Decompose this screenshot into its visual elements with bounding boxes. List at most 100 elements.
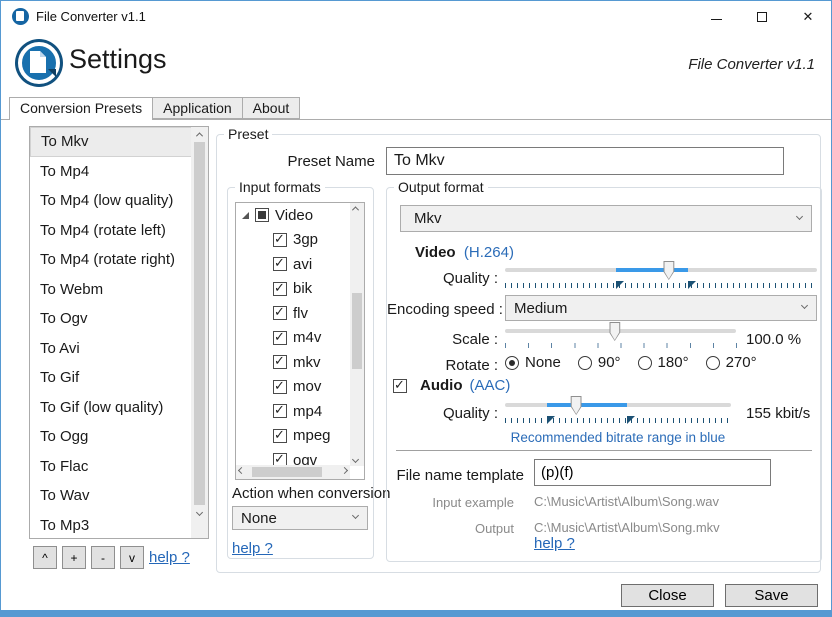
preset-name-input[interactable] [386, 147, 784, 175]
tree-item-label: m4v [293, 329, 322, 347]
list-item-to-ogg[interactable]: To Ogg [30, 422, 192, 452]
m4v-checkbox[interactable] [273, 329, 287, 345]
tree-root-label: Video [275, 206, 314, 224]
tree-item-avi[interactable]: avi [236, 252, 351, 277]
tree-item-mkv[interactable]: mkv [236, 350, 351, 375]
list-item-to-mp4-rotate-left[interactable]: To Mp4 (rotate left) [30, 216, 192, 246]
list-item-to-flac[interactable]: To Flac [30, 452, 192, 482]
input-example-label: Input example [432, 495, 514, 510]
file-name-help-link[interactable]: help ? [534, 535, 575, 552]
scroll-left-icon[interactable] [237, 466, 246, 475]
slider-thumb[interactable] [609, 322, 620, 341]
list-item-to-avi[interactable]: To Avi [30, 334, 192, 364]
scale-slider[interactable] [505, 322, 736, 340]
close-button[interactable]: Close [621, 584, 714, 607]
scroll-right-icon[interactable] [340, 466, 349, 475]
list-item-to-mp4-rotate-right[interactable]: To Mp4 (rotate right) [30, 245, 192, 275]
video-quality-slider[interactable] [505, 261, 817, 279]
encoding-speed-dropdown[interactable]: Medium [505, 295, 817, 321]
ogv-checkbox[interactable] [273, 451, 287, 465]
list-item-to-mp4[interactable]: To Mp4 [30, 157, 192, 187]
audio-enabled-checkbox[interactable] [393, 377, 407, 393]
list-item-to-mp4-low-quality[interactable]: To Mp4 (low quality) [30, 186, 192, 216]
rotate-option-90[interactable]: 90° [577, 354, 621, 371]
maximize-button[interactable] [739, 1, 785, 32]
add-preset-button[interactable]: + [62, 546, 86, 569]
list-item-to-gif[interactable]: To Gif [30, 363, 192, 393]
tab-conversion-presets[interactable]: Conversion Presets [9, 97, 154, 120]
save-button[interactable]: Save [725, 584, 818, 607]
tab-about[interactable]: About [242, 97, 301, 119]
tree-item-ogv[interactable]: ogv [236, 448, 351, 465]
tree-item-mp4[interactable]: mp4 [236, 399, 351, 424]
mpeg-checkbox[interactable] [273, 427, 287, 443]
list-item-to-mkv[interactable]: To Mkv [30, 127, 192, 157]
rotate-option-none[interactable]: None [505, 354, 561, 371]
audio-quality-value: 155 kbit/s [746, 405, 811, 422]
tree-item-3gp[interactable]: 3gp [236, 228, 351, 253]
move-up-button[interactable]: ^ [33, 546, 57, 569]
slider-thumb[interactable] [571, 396, 582, 415]
tab-application[interactable]: Application [153, 97, 243, 119]
conversion-action-dropdown[interactable]: None [232, 506, 368, 530]
tree-horizontal-scrollbar[interactable] [236, 465, 350, 479]
scroll-down-icon[interactable] [191, 505, 208, 520]
slider-thumb[interactable] [663, 261, 674, 280]
chevron-down-icon [800, 301, 809, 310]
conversion-action-label: Action when conversion [232, 485, 391, 502]
bik-checkbox[interactable] [273, 280, 287, 296]
list-item-to-gif-low-quality[interactable]: To Gif (low quality) [30, 393, 192, 423]
scroll-up-icon[interactable] [351, 206, 360, 214]
close-window-button[interactable]: ✕ [785, 1, 831, 32]
list-item-to-webm[interactable]: To Webm [30, 275, 192, 305]
radio-icon[interactable] [637, 355, 652, 370]
radio-icon[interactable] [505, 355, 519, 370]
tree-vertical-scrollbar[interactable] [350, 203, 364, 466]
mkv-checkbox[interactable] [273, 353, 287, 370]
mov-checkbox[interactable] [273, 378, 287, 394]
tree-item-bik[interactable]: bik [236, 277, 351, 302]
audio-quality-slider[interactable] [505, 396, 731, 414]
mp4-checkbox[interactable] [273, 402, 287, 419]
3gp-checkbox[interactable] [273, 231, 287, 247]
tree-item-mpeg[interactable]: mpeg [236, 424, 351, 449]
tree-item-label: bik [293, 280, 313, 298]
scroll-down-icon[interactable] [351, 455, 360, 464]
audio-quality-ticks [505, 416, 731, 424]
scrollbar-thumb[interactable] [352, 293, 362, 369]
expander-icon[interactable] [242, 211, 249, 219]
scrollbar-thumb[interactable] [252, 467, 322, 477]
radio-label: 90° [597, 354, 621, 371]
radio-icon[interactable] [577, 355, 592, 370]
rotate-option-180[interactable]: 180° [637, 354, 689, 371]
audio-quality-label: Quality : [442, 405, 498, 422]
slider-track[interactable] [505, 329, 736, 333]
move-down-button[interactable]: v [120, 546, 144, 569]
tree-item-flv[interactable]: flv [236, 301, 351, 326]
audio-codec-label: (AAC) [469, 377, 511, 394]
list-item-to-mp3[interactable]: To Mp3 [30, 511, 192, 539]
avi-checkbox[interactable] [273, 255, 287, 272]
separator [396, 450, 812, 451]
remove-preset-button[interactable]: - [91, 546, 115, 569]
input-formats-help-link[interactable]: help ? [232, 540, 273, 557]
rotate-label: Rotate : [445, 357, 498, 374]
preset-list-scrollbar[interactable] [191, 127, 208, 538]
scroll-up-icon[interactable] [191, 127, 208, 142]
rotate-option-270[interactable]: 270° [705, 354, 757, 371]
output-example-value: C:\Music\Artist\Album\Song.mkv [534, 520, 720, 535]
flv-checkbox[interactable] [273, 304, 287, 321]
scrollbar-thumb[interactable] [194, 142, 205, 505]
video-category-checkbox[interactable] [255, 208, 269, 223]
tree-root-row[interactable]: Video [236, 203, 351, 228]
file-name-template-input[interactable] [534, 459, 771, 486]
radio-icon[interactable] [705, 355, 720, 370]
tree-item-m4v[interactable]: m4v [236, 326, 351, 351]
minimize-button[interactable] [693, 1, 739, 32]
presets-help-link[interactable]: help ? [149, 549, 190, 566]
list-item-to-wav[interactable]: To Wav [30, 481, 192, 511]
list-item-to-ogv[interactable]: To Ogv [30, 304, 192, 334]
output-container-dropdown[interactable]: Mkv [400, 205, 812, 232]
tree-item-mov[interactable]: mov [236, 375, 351, 400]
file-name-template-label: File name template [396, 467, 524, 484]
